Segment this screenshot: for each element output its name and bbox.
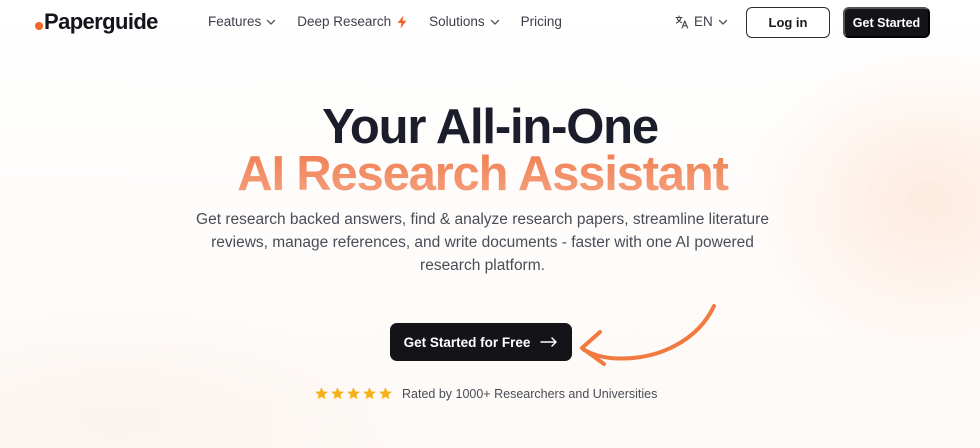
rating-row: Rated by 1000+ Researchers and Universit…	[314, 386, 657, 401]
star-icon	[379, 387, 392, 400]
nav-item-deep-research[interactable]: Deep Research	[297, 14, 408, 29]
main-nav: Features Deep Research Solutions Pricing	[208, 14, 562, 29]
arrow-right-icon	[540, 337, 558, 347]
logo-dot-icon	[35, 21, 43, 30]
hero-description: Get research backed answers, find & anal…	[196, 211, 769, 274]
brand-name: Paperguide	[44, 9, 158, 34]
chevron-down-icon	[490, 19, 499, 25]
lightning-bolt-icon	[397, 15, 407, 28]
star-icon	[331, 387, 344, 400]
rating-text: Rated by 1000+ Researchers and Universit…	[402, 386, 658, 401]
get-started-button[interactable]: Get Started	[843, 7, 930, 38]
star-icon	[347, 387, 360, 400]
chevron-down-icon	[267, 19, 276, 25]
hero-title: Your All-in-One	[322, 100, 659, 154]
chevron-down-icon	[718, 19, 727, 25]
nav-item-label: Features	[208, 14, 262, 29]
brand-logo[interactable]: Paperguide	[35, 9, 158, 35]
language-label: EN	[694, 14, 713, 29]
nav-item-solutions[interactable]: Solutions	[429, 14, 500, 29]
hand-drawn-arrow-icon	[580, 304, 716, 366]
translate-icon	[675, 14, 689, 29]
hero-subtitle: AI Research Assistant	[0, 148, 965, 200]
nav-item-label: Pricing	[520, 14, 562, 29]
star-icon	[315, 387, 328, 400]
star-rating	[314, 386, 393, 401]
login-button[interactable]: Log in	[746, 7, 830, 38]
top-navbar: Paperguide Features Deep Research Soluti…	[0, 0, 980, 44]
nav-item-features[interactable]: Features	[208, 14, 276, 29]
nav-item-label: Solutions	[429, 14, 485, 29]
cta-label: Get Started for Free	[403, 334, 531, 350]
star-icon	[363, 387, 376, 400]
language-selector[interactable]: EN	[675, 14, 728, 29]
nav-item-label: Deep Research	[297, 14, 392, 29]
nav-item-pricing[interactable]: Pricing	[521, 14, 562, 29]
get-started-free-button[interactable]: Get Started for Free	[390, 323, 572, 361]
